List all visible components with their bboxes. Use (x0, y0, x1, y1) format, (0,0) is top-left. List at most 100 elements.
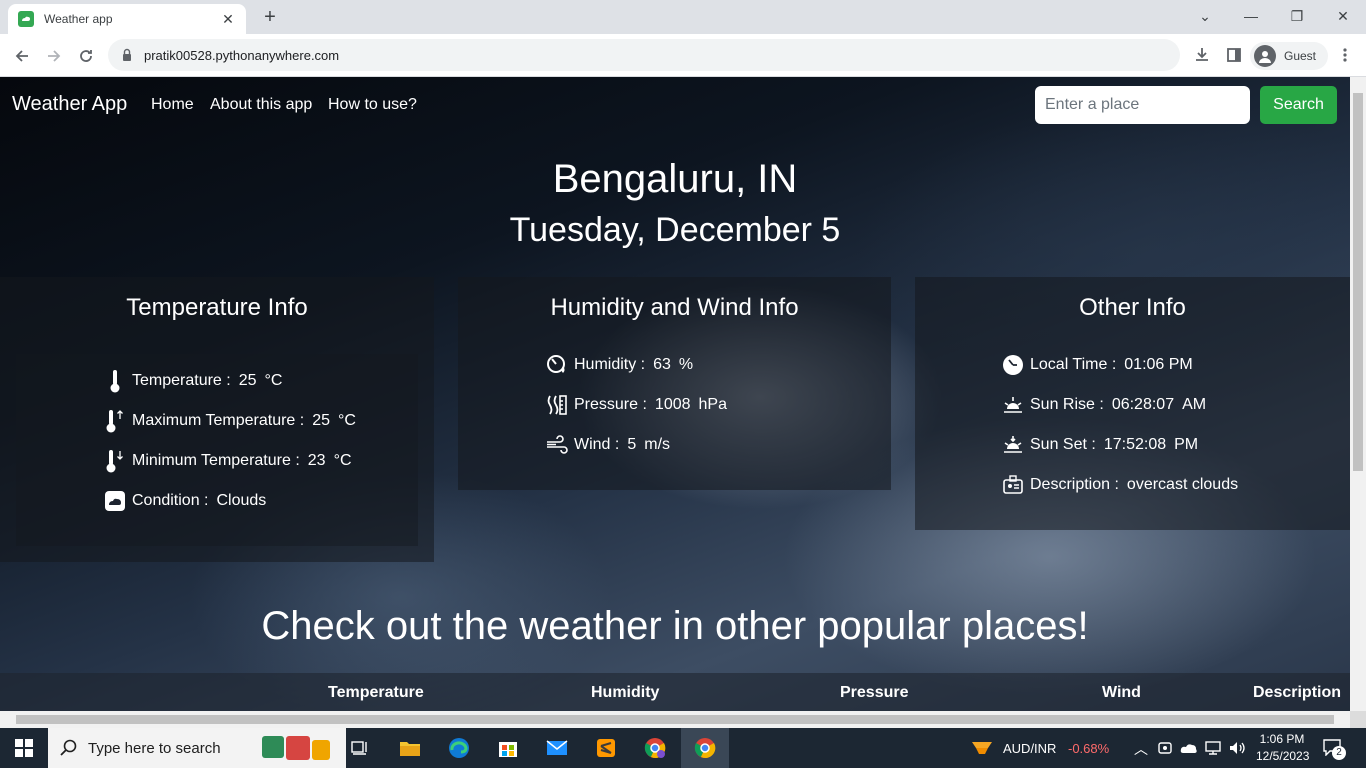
place-search-input[interactable] (1035, 86, 1250, 124)
humidity-unit: % (678, 356, 694, 373)
sunrise-row: Sun Rise : 06:28:07 AM (1002, 393, 1206, 417)
min-temperature-value: 23 (307, 452, 326, 469)
nav-link-how-to-use[interactable]: How to use? (328, 96, 417, 114)
back-button[interactable] (8, 42, 36, 70)
notification-center-icon[interactable]: 2 (1322, 738, 1346, 760)
local-time-label: Local Time : (1030, 356, 1117, 373)
clock-icon (1002, 353, 1024, 377)
local-time-value: 01:06 PM (1124, 356, 1193, 373)
taskbar-search-box[interactable]: Type here to search (48, 728, 346, 768)
thermometer-up-icon (104, 409, 126, 433)
profile-button[interactable]: Guest (1250, 42, 1328, 70)
sunset-label: Sun Set : (1030, 436, 1096, 453)
sunrise-label: Sun Rise : (1030, 396, 1104, 413)
microsoft-store-icon[interactable] (484, 728, 532, 768)
edge-browser-icon[interactable] (435, 728, 483, 768)
network-icon[interactable] (1205, 740, 1221, 761)
pressure-unit: hPa (698, 396, 727, 413)
notification-count-badge: 2 (1332, 746, 1346, 760)
chrome-profile-icon[interactable] (631, 728, 679, 768)
tab-search-chevron-down-icon[interactable]: ⌄ (1182, 4, 1228, 28)
pressure-row: Pressure : 1008 hPa (546, 393, 727, 417)
volume-icon[interactable] (1228, 740, 1246, 761)
sunrise-icon (1002, 393, 1024, 417)
column-header-pressure: Pressure (840, 684, 909, 701)
more-menu-icon[interactable] (1333, 43, 1357, 67)
max-temperature-label: Maximum Temperature : (132, 412, 305, 429)
vertical-scrollbar[interactable] (1350, 77, 1366, 711)
task-view-icon[interactable] (336, 728, 384, 768)
wind-unit: m/s (644, 436, 671, 453)
temperature-info-card: Temperature Info Temperature : 25 °C Max… (0, 277, 434, 562)
humidity-wind-info-title: Humidity and Wind Info (550, 294, 799, 321)
onedrive-cloud-icon[interactable] (1180, 741, 1198, 759)
brand-link[interactable]: Weather App (12, 93, 127, 116)
file-explorer-icon[interactable] (386, 728, 434, 768)
sunset-value: 17:52:08 (1103, 436, 1167, 453)
new-tab-button[interactable]: + (258, 6, 282, 28)
sunrise-value: 06:28:07 (1111, 396, 1175, 413)
description-value: overcast clouds (1126, 476, 1239, 493)
horizontal-scrollbar-thumb[interactable] (16, 715, 1334, 724)
chrome-icon[interactable] (681, 728, 729, 768)
column-header-description: Description (1253, 684, 1342, 701)
taskbar-clock[interactable]: 1:06 PM 12/5/2023 (1256, 731, 1310, 765)
forward-button[interactable] (40, 42, 68, 70)
thermometer-down-icon (104, 449, 126, 473)
pressure-label: Pressure : (574, 396, 647, 413)
search-button[interactable]: Search (1260, 86, 1337, 124)
browser-tab-bar: Weather app ✕ + ⌄ — ❐ ✕ (0, 0, 1366, 34)
tab-title: Weather app (44, 12, 113, 26)
side-panel-icon[interactable] (1222, 43, 1246, 67)
humidity-label: Humidity : (574, 356, 646, 373)
other-info-card: Other Info Local Time : 01:06 PM Sun Ris… (915, 277, 1350, 530)
city-title: Bengaluru, IN (552, 157, 798, 201)
other-info-title: Other Info (1079, 294, 1186, 321)
temperature-unit: °C (264, 372, 283, 389)
mail-icon[interactable] (533, 728, 581, 768)
nav-link-about[interactable]: About this app (210, 96, 312, 114)
browser-toolbar: pratik00528.pythonanywhere.com Guest (0, 34, 1366, 77)
max-temperature-unit: °C (338, 412, 356, 429)
restore-icon[interactable]: ❐ (1274, 4, 1320, 28)
cloud-icon (104, 489, 126, 513)
max-temperature-row: Maximum Temperature : 25 °C (104, 409, 356, 433)
wind-label: Wind : (574, 436, 620, 453)
close-tab-icon[interactable]: ✕ (220, 11, 236, 28)
lock-icon (123, 48, 131, 61)
sunset-unit: PM (1174, 436, 1199, 453)
horizontal-scrollbar[interactable] (0, 711, 1350, 728)
browser-tab[interactable]: Weather app ✕ (8, 4, 246, 34)
description-label: Description : (1030, 476, 1119, 493)
column-header-humidity: Humidity (591, 684, 660, 701)
profile-label: Guest (1284, 49, 1317, 63)
clock-date: 12/5/2023 (1256, 749, 1310, 763)
address-bar[interactable]: pratik00528.pythonanywhere.com (108, 39, 1180, 71)
description-icon (1002, 473, 1024, 497)
popular-places-heading: Check out the weather in other popular p… (261, 604, 1089, 648)
stock-widget-icon[interactable] (970, 736, 994, 760)
chevron-up-icon[interactable]: ︿ (1134, 739, 1148, 759)
date-subtitle: Tuesday, December 5 (509, 211, 841, 249)
pressure-icon (546, 393, 568, 417)
column-header-wind: Wind (1102, 684, 1141, 701)
clock-time: 1:06 PM (1259, 732, 1305, 746)
reload-button[interactable] (72, 42, 100, 70)
pressure-value: 1008 (654, 396, 691, 413)
description-row: Description : overcast clouds (1002, 473, 1246, 497)
temperature-info-title: Temperature Info (126, 294, 308, 321)
currency-pair[interactable]: AUD/INR (1003, 741, 1056, 756)
meet-now-icon[interactable] (1158, 740, 1172, 761)
close-window-icon[interactable]: ✕ (1320, 4, 1366, 28)
vertical-scrollbar-thumb[interactable] (1353, 93, 1363, 471)
weather-favicon-icon (18, 11, 34, 27)
minimize-icon[interactable]: — (1228, 4, 1274, 28)
windows-start-icon[interactable] (0, 728, 48, 768)
download-icon[interactable] (1190, 43, 1214, 67)
sublime-text-icon[interactable] (582, 728, 630, 768)
popular-places-table-header: Temperature Humidity Pressure Wind Descr… (0, 673, 1350, 711)
wind-value: 5 (627, 436, 637, 453)
windows-taskbar: Type here to search AUD/INR -0.68% ︿ 1:0… (0, 728, 1366, 768)
nav-link-home[interactable]: Home (151, 96, 194, 114)
sunset-icon (1002, 433, 1024, 457)
